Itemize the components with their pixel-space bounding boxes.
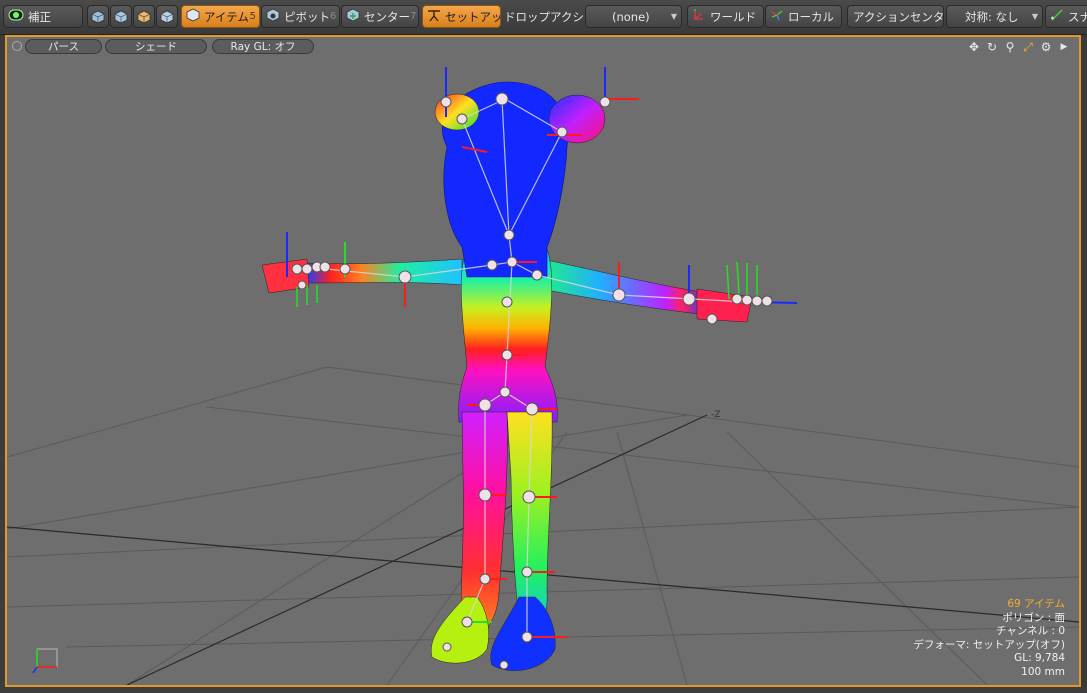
drop-action-select[interactable]: (none) ▼	[585, 5, 682, 28]
select-polygons-button[interactable]	[133, 5, 155, 28]
snap-icon	[1050, 8, 1064, 25]
vertex-cube-icon	[91, 10, 105, 23]
left-foot	[430, 596, 489, 664]
pivot-mode-hotkey: 6	[330, 11, 337, 22]
correction-button[interactable]: 補正	[3, 5, 83, 28]
local-label: ローカル	[788, 9, 834, 24]
select-materials-button[interactable]	[156, 5, 178, 28]
scene-render: -Z	[7, 67, 1079, 685]
material-cube-icon	[160, 10, 174, 23]
center-icon	[346, 8, 360, 25]
world-axis-icon	[692, 8, 706, 25]
pivot-icon	[266, 8, 280, 25]
snap-button[interactable]: スナ	[1045, 5, 1087, 28]
setup-label: セットアップ	[445, 9, 500, 24]
drop-action-value: (none)	[612, 9, 650, 24]
setup-button[interactable]: セットアップ	[422, 5, 501, 28]
setup-figure-icon	[427, 8, 441, 25]
center-mode-hotkey: 7	[410, 11, 417, 22]
3d-viewport[interactable]: パース シェード Ray GL: オフ ✥ ↻ ⚲ ⤢ ⚙ ▶ -Z 69 アイ…	[5, 35, 1081, 687]
select-edges-button[interactable]	[110, 5, 132, 28]
right-hand	[696, 288, 753, 323]
action-center-label: アクションセンター	[853, 9, 944, 24]
viewport-info: 69 アイテム ポリゴン : 面 チャンネル : 0 デフォーマ: セットアップ…	[913, 598, 1065, 679]
local-button[interactable]: ローカル	[765, 5, 842, 28]
select-vertices-button[interactable]	[87, 5, 109, 28]
snap-label: スナ	[1068, 9, 1087, 24]
polygon-cube-icon	[137, 10, 151, 23]
center-mode-label: センター	[364, 9, 410, 24]
local-axis-icon	[770, 8, 784, 25]
main-toolbar: 補正 アイテム 5 ピボット 6 センター 7 セットアップ	[0, 0, 1087, 35]
gl-count: GL: 9,784	[1014, 652, 1065, 664]
correction-label: 補正	[28, 9, 51, 24]
grid-scale: 100 mm	[1021, 665, 1065, 678]
axis-z-label: -Z	[711, 410, 720, 420]
symmetry-select[interactable]: 対称: なし ▼	[946, 5, 1043, 28]
corner-axis-gizmo	[32, 648, 58, 674]
correction-toggle-icon	[8, 9, 24, 24]
channel-count: チャンネル : 0	[995, 625, 1065, 637]
item-mode-label: アイテム	[204, 9, 249, 24]
edge-cube-icon	[114, 10, 128, 23]
right-panel-edge	[1081, 35, 1087, 687]
deformer-status: デフォーマ: セットアップ(オフ)	[913, 638, 1065, 651]
pivot-mode-button[interactable]: ピボット 6	[261, 5, 340, 28]
item-count: 69 アイテム	[1007, 598, 1065, 610]
item-mode-button[interactable]: アイテム 5	[181, 5, 260, 28]
world-button[interactable]: ワールド	[687, 5, 764, 28]
chevron-down-icon: ▼	[670, 12, 677, 21]
item-cube-icon	[186, 8, 200, 25]
chevron-down-icon: ▼	[1031, 12, 1038, 21]
item-mode-hotkey: 5	[249, 11, 256, 22]
world-label: ワールド	[710, 9, 756, 24]
center-mode-button[interactable]: センター 7	[341, 5, 419, 28]
action-center-select[interactable]: アクションセンター ▼	[847, 5, 944, 28]
right-arm	[541, 258, 708, 316]
polygon-mode: ポリゴン : 面	[1002, 611, 1065, 624]
pivot-mode-label: ピボット	[284, 9, 330, 24]
symmetry-label: 対称: なし	[965, 9, 1019, 24]
